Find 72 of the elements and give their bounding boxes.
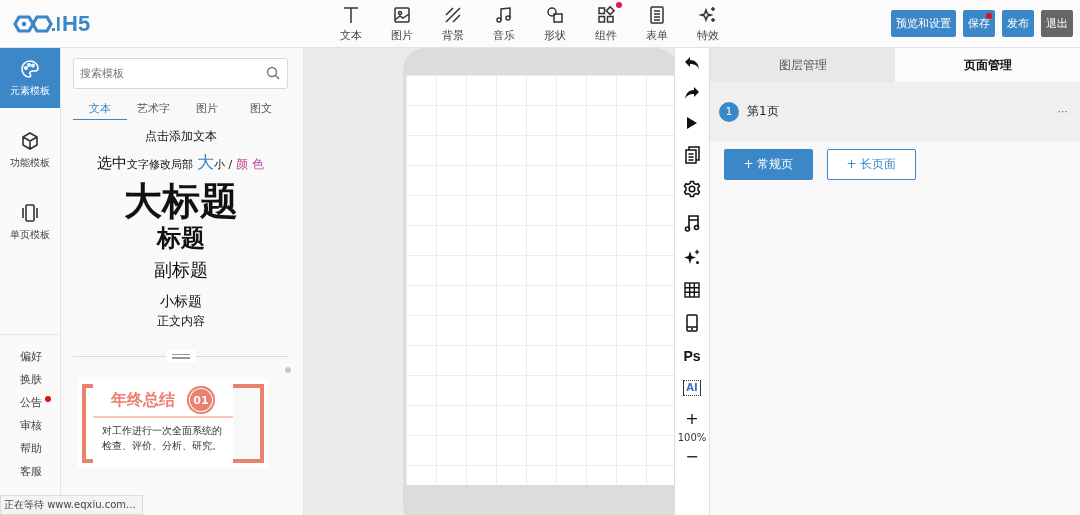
sidebar-tab[interactable]: 元素模板 xyxy=(0,48,60,108)
sidebar-link[interactable]: 审核 xyxy=(20,418,42,434)
image-icon xyxy=(391,4,412,25)
text-sample[interactable]: 正文内容 xyxy=(156,312,205,330)
zoom-level: 100% xyxy=(677,432,707,444)
more-button[interactable]: ··· xyxy=(1057,105,1068,118)
sidebar-link[interactable]: 换肤 xyxy=(20,372,42,388)
logo-icon xyxy=(12,13,60,34)
toolbar-button[interactable]: 特效 xyxy=(687,4,728,43)
page-name: 第1页 xyxy=(747,103,779,120)
panel-tab[interactable]: 艺术字 xyxy=(126,98,181,120)
header-button[interactable]: 保存 xyxy=(963,10,995,37)
toolbar-button[interactable]: 图片 xyxy=(381,4,422,43)
toolbar-button[interactable]: 组件 xyxy=(585,4,626,43)
cube-icon xyxy=(20,130,40,151)
phone-icon[interactable] xyxy=(686,314,698,332)
shapes-icon xyxy=(544,4,565,25)
music-icon[interactable] xyxy=(684,214,700,232)
search-field[interactable]: 搜索模板 xyxy=(73,58,288,89)
panel-tab[interactable]: 文本 xyxy=(73,98,127,120)
zoom-out-button[interactable]: − xyxy=(685,450,699,464)
template-card[interactable]: 年终总结 01 对工作进行一次全面系统的检查、评价、分析、研究。 xyxy=(78,379,268,468)
scrollbar-thumb[interactable] xyxy=(285,367,291,373)
sparkle-icon xyxy=(697,4,718,25)
play-icon[interactable] xyxy=(686,116,698,130)
toolbar-button[interactable]: 文本 xyxy=(330,4,371,43)
sidebar-tab[interactable]: 功能模板 xyxy=(0,120,60,180)
blocks-icon xyxy=(595,4,616,25)
ai-button[interactable]: AI xyxy=(683,380,701,396)
sidebar-link[interactable]: 偏好 xyxy=(20,349,42,365)
text-sample[interactable]: 副标题 xyxy=(153,256,208,284)
panel-tab[interactable]: 图片 xyxy=(180,98,235,120)
undo-icon[interactable] xyxy=(684,56,700,70)
text-sample[interactable]: 小标题 xyxy=(159,290,202,312)
grid-icon[interactable] xyxy=(684,282,700,298)
header-button[interactable]: 退出 xyxy=(1041,10,1073,37)
page-item[interactable]: 1 第1页 ··· xyxy=(710,82,1080,141)
text-sample[interactable]: 点击添加文本 xyxy=(144,126,217,146)
panel-tab[interactable]: 图层管理 xyxy=(710,48,895,82)
template-title: 年终总结 xyxy=(111,389,175,411)
add-page-button[interactable]: + 长页面 xyxy=(827,149,916,180)
sidebar-link[interactable]: 帮助 xyxy=(20,441,42,457)
phone-frame-icon xyxy=(20,202,40,223)
header-button[interactable]: 预览和设置 xyxy=(891,10,956,37)
panel-tab[interactable]: 图文 xyxy=(234,98,288,120)
sidebar-link[interactable]: 客服 xyxy=(20,464,42,480)
resize-handle[interactable] xyxy=(165,350,196,362)
toolbar-button[interactable]: 表单 xyxy=(636,4,677,43)
music-note-icon xyxy=(493,4,514,25)
toolbar-button[interactable]: 形状 xyxy=(534,4,575,43)
sidebar-tab[interactable]: 单页模板 xyxy=(0,192,60,252)
header-button[interactable]: 发布 xyxy=(1002,10,1034,37)
template-text: 对工作进行一次全面系统的检查、评价、分析、研究。 xyxy=(101,424,223,453)
pages-icon[interactable] xyxy=(684,146,700,164)
palette-icon xyxy=(20,58,40,79)
toolbar-button[interactable]: 音乐 xyxy=(483,4,524,43)
text-sample[interactable]: 标题 xyxy=(156,223,205,253)
sparkle-icon[interactable] xyxy=(683,248,701,266)
zoom-in-button[interactable]: + xyxy=(685,412,699,426)
toolbar-button[interactable]: 背景 xyxy=(432,4,473,43)
add-page-button[interactable]: + 常规页 xyxy=(724,149,813,180)
logo-text: H5 xyxy=(62,12,91,35)
settings-icon[interactable] xyxy=(683,180,701,198)
status-tooltip: 正在等待 www.eqxiu.com... xyxy=(0,495,143,515)
number-badge: 01 xyxy=(187,386,215,414)
page-number: 1 xyxy=(719,101,739,122)
redo-icon[interactable] xyxy=(684,86,700,100)
search-icon xyxy=(266,66,280,80)
sidebar-link[interactable]: 公告 xyxy=(20,395,42,411)
text-sample[interactable]: 选中文字修改局部 大小 / 颜 色 xyxy=(97,151,264,176)
ps-button[interactable]: Ps xyxy=(683,348,701,364)
text-sample[interactable]: 大标题 xyxy=(123,179,238,223)
